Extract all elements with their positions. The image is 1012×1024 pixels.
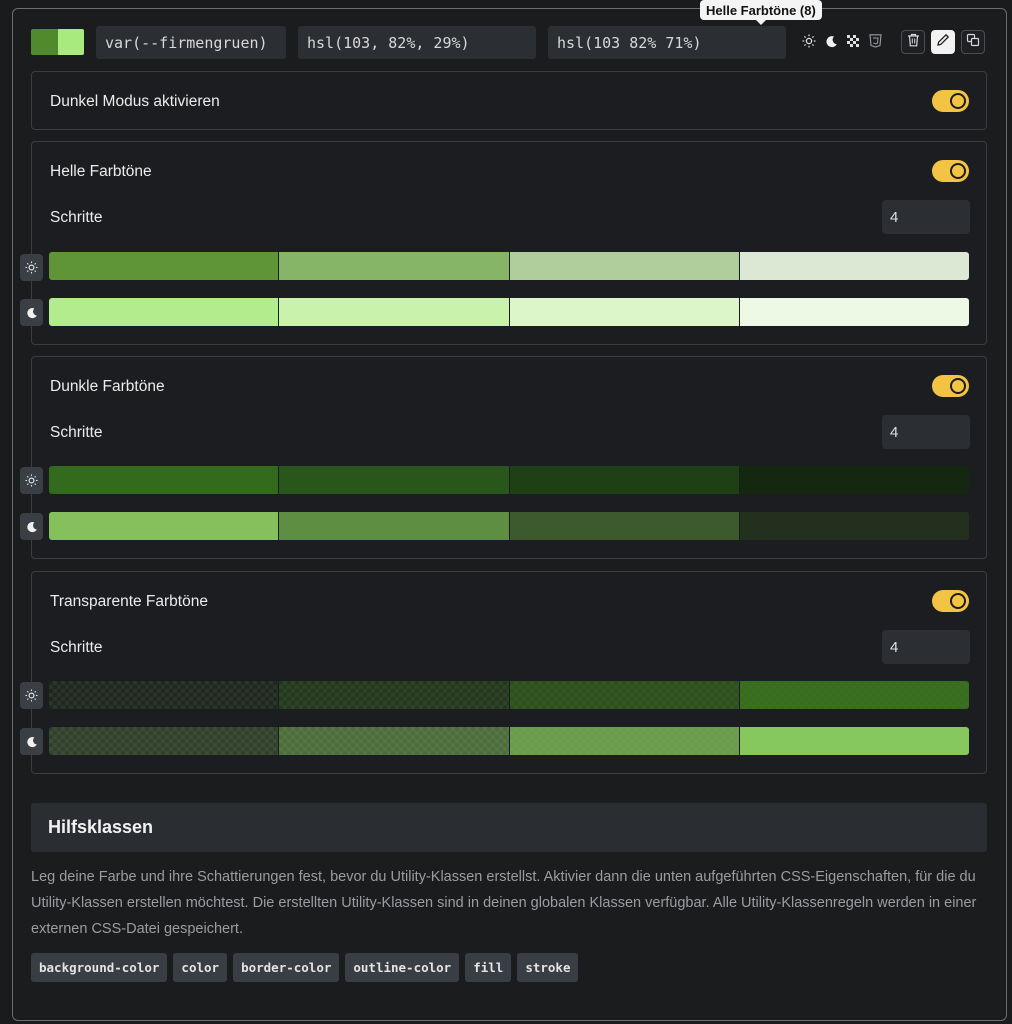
moon-icon xyxy=(26,307,37,318)
transparent-shade-swatch[interactable] xyxy=(49,681,279,709)
sun-icon[interactable] xyxy=(798,30,820,52)
transparent-shades-title: Transparente Farbtöne xyxy=(50,593,208,610)
shade-swatch[interactable] xyxy=(278,252,509,280)
dark-shades-title: Dunkle Farbtöne xyxy=(50,378,165,395)
transparent-shades-toggle[interactable] xyxy=(932,590,969,612)
dark-steps-input[interactable]: 4 xyxy=(882,415,970,449)
shade-swatch[interactable] xyxy=(278,466,509,494)
dark-swatch xyxy=(57,29,84,55)
delete-button[interactable] xyxy=(901,30,925,54)
shade-swatch[interactable] xyxy=(738,466,969,494)
edit-button[interactable] xyxy=(931,30,955,54)
transparent-shade-swatch[interactable] xyxy=(508,681,739,709)
trash-icon xyxy=(907,33,920,52)
moon-icon xyxy=(26,736,37,747)
color-preview-swatch[interactable] xyxy=(31,29,84,55)
shade-swatch[interactable] xyxy=(738,512,969,540)
variable-name-input[interactable]: var(--firmengruen) xyxy=(96,26,286,59)
light-steps-input[interactable]: 4 xyxy=(882,200,970,234)
transparent-shades-light-bar xyxy=(49,681,969,709)
shade-swatch[interactable] xyxy=(49,298,279,326)
utility-chip-border-color[interactable]: border-color xyxy=(233,953,340,982)
tooltip: Helle Farbtöne (8) xyxy=(700,0,822,25)
dark-mode-label: Dunkel Modus aktivieren xyxy=(50,93,220,110)
grid-icon[interactable] xyxy=(842,30,864,52)
mode-toolbar xyxy=(798,30,886,52)
copy-icon xyxy=(966,33,980,52)
light-shades-sun-button[interactable] xyxy=(20,254,43,281)
transparent-shade-swatch[interactable] xyxy=(738,681,969,709)
transparent-steps-input[interactable]: 4 xyxy=(882,630,970,664)
dark-color-input[interactable]: hsl(103 82% 71%) xyxy=(548,26,786,59)
transparent-shade-swatch[interactable] xyxy=(278,681,509,709)
shade-swatch[interactable] xyxy=(278,512,509,540)
dark-shades-sun-button[interactable] xyxy=(20,467,43,494)
transparent-shades-moon-button[interactable] xyxy=(20,728,43,755)
dark-shades-moon-button[interactable] xyxy=(20,513,43,540)
shade-swatch[interactable] xyxy=(508,252,739,280)
light-swatch xyxy=(31,29,58,55)
transparent-shades-sun-button[interactable] xyxy=(20,682,43,709)
light-color-input[interactable]: hsl(103, 82%, 29%) xyxy=(298,26,536,59)
transparent-shade-swatch[interactable] xyxy=(508,727,739,755)
transparent-shade-swatch[interactable] xyxy=(738,727,969,755)
light-steps-label: Schritte xyxy=(50,209,103,226)
shade-swatch[interactable] xyxy=(738,298,969,326)
utility-chip-stroke[interactable]: stroke xyxy=(517,953,579,982)
dark-steps-label: Schritte xyxy=(50,424,103,441)
transparent-steps-label: Schritte xyxy=(50,639,103,656)
utility-chips: background-color color border-color outline… xyxy=(31,953,579,982)
shade-swatch[interactable] xyxy=(49,252,279,280)
shade-swatch[interactable] xyxy=(508,512,739,540)
utility-chip-outline-color[interactable]: outline-color xyxy=(345,953,460,982)
copy-button[interactable] xyxy=(961,30,985,54)
utility-heading: Hilfsklassen xyxy=(31,803,987,852)
shade-swatch[interactable] xyxy=(278,298,509,326)
light-shades-toggle[interactable] xyxy=(932,160,969,182)
shade-swatch[interactable] xyxy=(49,466,279,494)
light-shades-light-bar xyxy=(49,252,969,280)
transparent-shade-swatch[interactable] xyxy=(49,727,279,755)
light-shades-dark-bar xyxy=(49,298,969,326)
shade-swatch[interactable] xyxy=(508,466,739,494)
moon-icon xyxy=(26,521,37,532)
moon-icon[interactable] xyxy=(820,30,842,52)
light-shades-title: Helle Farbtöne xyxy=(50,163,152,180)
dark-mode-panel: Dunkel Modus aktivieren xyxy=(31,71,987,130)
transparent-shade-swatch[interactable] xyxy=(278,727,509,755)
light-shades-moon-button[interactable] xyxy=(20,299,43,326)
utility-chip-fill[interactable]: fill xyxy=(465,953,512,982)
shade-swatch[interactable] xyxy=(738,252,969,280)
transparent-shades-dark-bar xyxy=(49,727,969,755)
sun-icon xyxy=(25,261,38,274)
utility-chip-color[interactable]: color xyxy=(173,953,228,982)
dark-shades-light-bar xyxy=(49,466,969,494)
utility-description: Leg deine Farbe und ihre Schattierungen … xyxy=(31,869,977,937)
sun-icon xyxy=(25,474,38,487)
pencil-icon xyxy=(936,33,950,52)
utility-chip-background-color[interactable]: background-color xyxy=(31,953,168,982)
dark-shades-dark-bar xyxy=(49,512,969,540)
shade-swatch[interactable] xyxy=(508,298,739,326)
dark-shades-toggle[interactable] xyxy=(932,375,969,397)
sun-icon xyxy=(25,689,38,702)
css3-icon[interactable] xyxy=(864,30,886,52)
shade-swatch[interactable] xyxy=(49,512,279,540)
dark-mode-toggle[interactable] xyxy=(932,90,969,112)
